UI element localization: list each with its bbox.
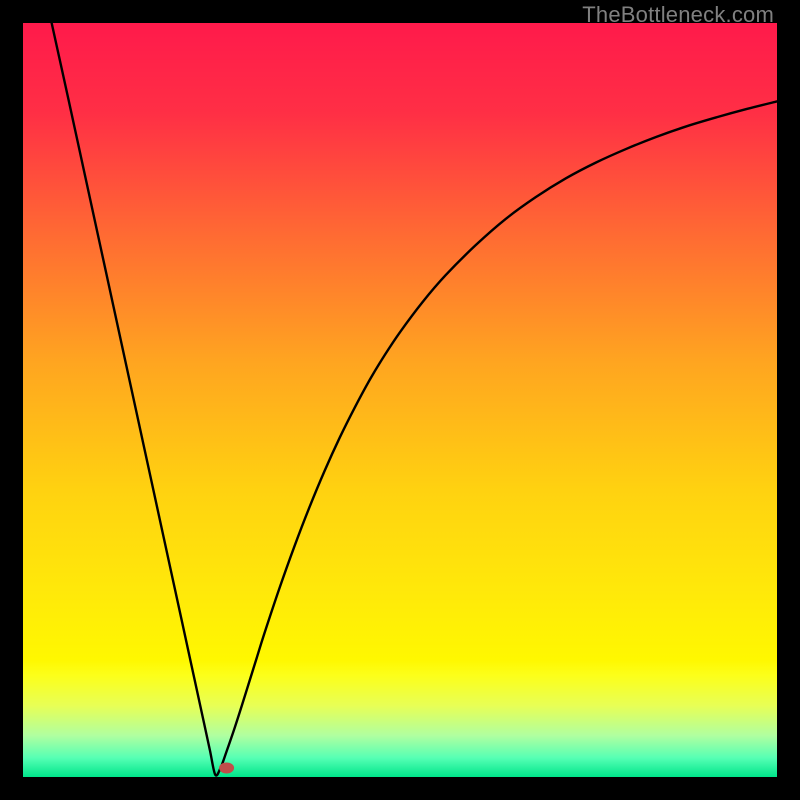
optimum-marker: [219, 762, 234, 773]
chart-frame: [23, 23, 777, 777]
bottleneck-curve-chart: [23, 23, 777, 777]
chart-background: [23, 23, 777, 777]
